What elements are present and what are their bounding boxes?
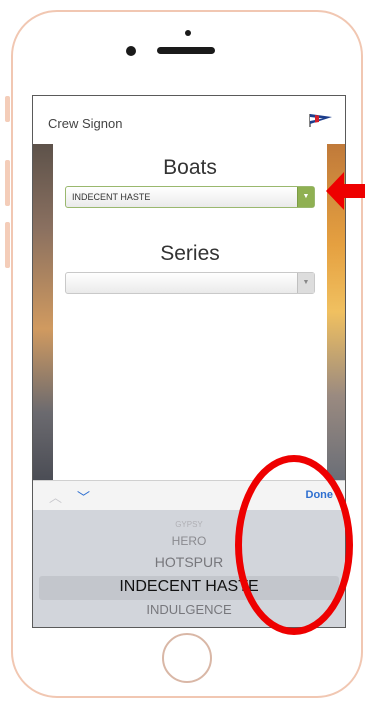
- proximity-sensor: [185, 30, 191, 36]
- series-label: Series: [160, 242, 220, 265]
- mute-switch: [5, 96, 10, 122]
- volume-up-button: [5, 160, 10, 206]
- signon-form: Boats INDECENT HASTE ▼ Series ▼: [53, 144, 327, 480]
- boats-select[interactable]: INDECENT HASTE ▼: [65, 186, 315, 208]
- front-camera: [126, 46, 136, 56]
- chevron-down-icon: ▼: [297, 273, 314, 293]
- earpiece-speaker: [157, 47, 215, 54]
- home-button: [162, 633, 212, 683]
- app-header: Crew Signon: [33, 96, 345, 145]
- boats-label: Boats: [163, 156, 217, 179]
- burgee-flag-icon: [309, 114, 332, 127]
- background-photo-left: [33, 144, 53, 480]
- app-title: Crew Signon: [48, 116, 123, 131]
- chevron-down-icon: ▼: [297, 187, 314, 207]
- volume-down-button: [5, 222, 10, 268]
- red-annotation-circle: [235, 455, 353, 635]
- red-arrow-icon: [326, 172, 365, 210]
- series-select[interactable]: ▼: [65, 272, 315, 294]
- boats-select-value: INDECENT HASTE: [72, 192, 151, 202]
- chevron-down-icon[interactable]: ﹀: [77, 487, 90, 506]
- chevron-up-icon[interactable]: ︿: [49, 487, 62, 506]
